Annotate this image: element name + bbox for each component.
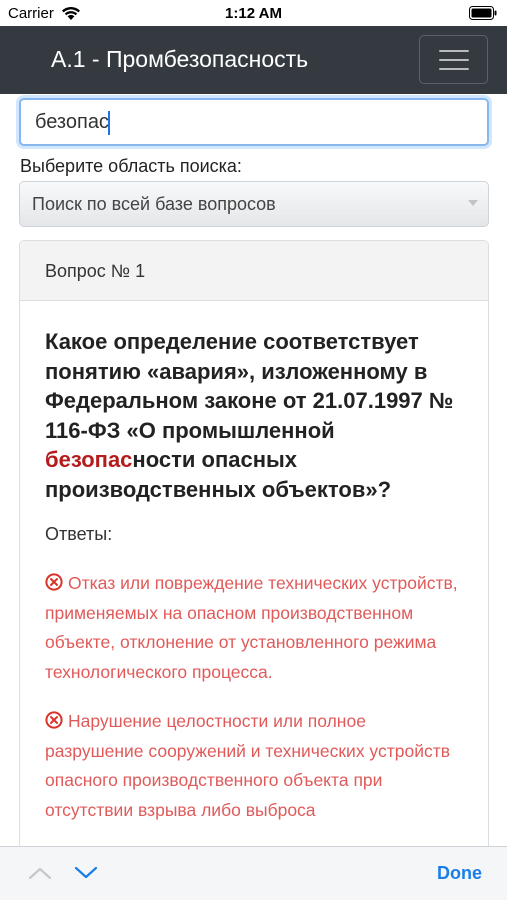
- x-circle-icon: [45, 573, 63, 591]
- done-button[interactable]: Done: [437, 863, 482, 884]
- page-title: А.1 - Промбезопасность: [51, 46, 309, 72]
- question-text-before: Какое определение соответствует понятию …: [45, 329, 454, 443]
- chevron-up-icon[interactable]: [28, 865, 52, 881]
- status-time: 1:12 AM: [225, 5, 282, 22]
- text-caret: [107, 110, 110, 135]
- status-bar: Carrier 1:12 AM: [0, 0, 507, 26]
- answer-text: Нарушение целостности или полное разруше…: [45, 711, 451, 820]
- x-circle-icon: [45, 711, 63, 729]
- search-area-selected: Поиск по всей базе вопросов: [32, 194, 276, 214]
- search-highlight: безопас: [45, 447, 133, 472]
- dropdown-arrow-icon: [468, 200, 478, 206]
- search-input[interactable]: безопас: [19, 98, 489, 146]
- search-area-label: Выберите область поиска:: [20, 156, 242, 176]
- question-text: Какое определение соответствует понятию …: [45, 327, 463, 504]
- search-area-select[interactable]: Поиск по всей базе вопросов: [19, 181, 489, 227]
- question-body: Какое определение соответствует понятию …: [20, 301, 488, 825]
- search-input-value: безопас: [35, 111, 109, 133]
- chevron-down-icon[interactable]: [74, 865, 98, 881]
- menu-button[interactable]: [419, 35, 488, 84]
- keyboard-toolbar: Done: [0, 846, 507, 900]
- question-number: Вопрос № 1: [20, 241, 488, 301]
- answer-item: Отказ или повреждение технических устрой…: [45, 569, 463, 687]
- answer-item: Нарушение целостности или полное разруше…: [45, 707, 463, 825]
- answers-label: Ответы:: [45, 524, 113, 544]
- answer-text: Отказ или повреждение технических устрой…: [45, 573, 458, 682]
- navbar: А.1 - Промбезопасность: [0, 26, 507, 94]
- hamburger-menu-icon: [439, 50, 469, 70]
- battery-icon: [469, 6, 497, 20]
- question-card: Вопрос № 1 Какое определение соответству…: [19, 240, 489, 880]
